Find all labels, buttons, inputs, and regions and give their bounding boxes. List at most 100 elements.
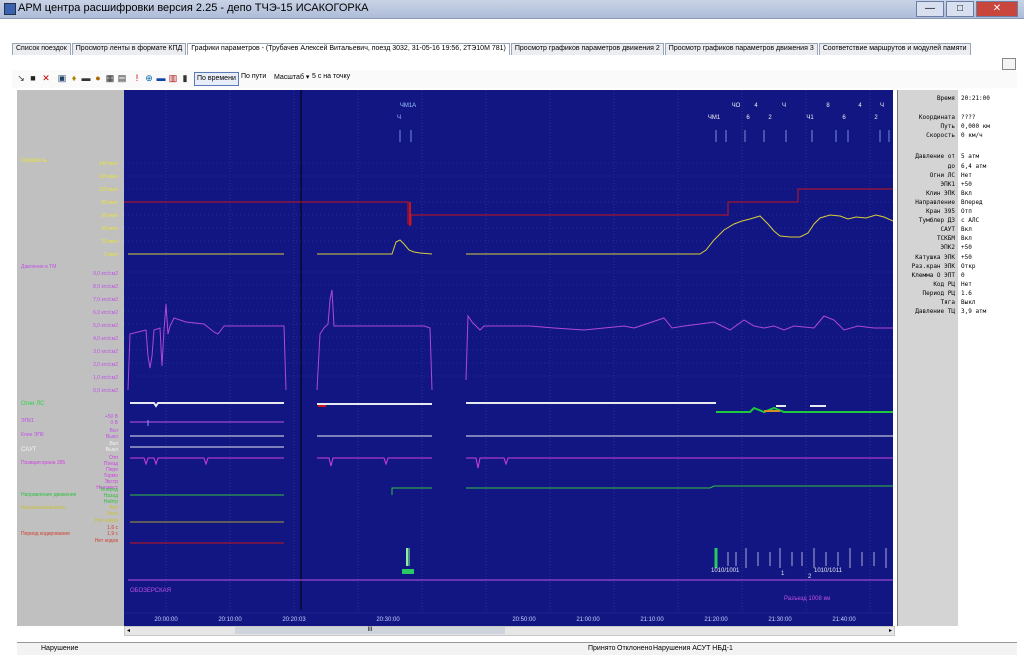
print-icon[interactable]: ▣ xyxy=(57,73,67,83)
time-tick: 20:20:03 xyxy=(282,617,306,623)
restore-panel-button[interactable] xyxy=(1002,58,1016,70)
pressure-tick: 4,0 кгс/см2 xyxy=(93,336,118,342)
by-time-button[interactable]: По времени xyxy=(194,72,239,86)
marker-icon[interactable]: ! xyxy=(132,73,142,83)
lamp-icon[interactable]: ♦ xyxy=(69,73,79,83)
pressure-tick: 9,0 кгс/см2 xyxy=(93,271,118,277)
time-tick: 21:20:00 xyxy=(704,617,728,623)
monitor-icon[interactable]: ▬ xyxy=(156,73,166,83)
pressure-tick: 2,0 кгс/см2 xyxy=(93,362,118,368)
scrollbar-thumb[interactable]: III xyxy=(235,627,505,634)
scroll-right-icon[interactable]: ▸ xyxy=(889,627,892,634)
time-tick: 20:50:00 xyxy=(512,617,536,623)
speed-tick: 40 км/ч xyxy=(101,226,118,232)
klim-epk-label: Клин ЭПК xyxy=(21,432,44,438)
direction-label: Направление движения xyxy=(21,492,77,498)
inspector-label: ЭПК2 xyxy=(940,244,955,251)
brake-pressure-line xyxy=(465,314,893,381)
lin-tick: Нет кодов xyxy=(95,518,119,524)
period-label: Период кодирования xyxy=(21,531,70,537)
scroll-left-icon[interactable]: ◂ xyxy=(127,627,130,634)
inspector-label: Тумблер ДЗ xyxy=(918,217,955,224)
inspector-labels: Время Координата Путь Скорость Давление … xyxy=(898,90,958,626)
delete-icon[interactable]: ✕ xyxy=(41,73,51,83)
horizontal-scrollbar[interactable]: ◂ III ▸ xyxy=(124,626,895,636)
accepted-column-header[interactable]: Принято xyxy=(588,645,616,652)
speed-gridlines xyxy=(124,162,893,377)
save-icon[interactable]: ■ xyxy=(28,73,38,83)
tab-motion-graphs-2[interactable]: Просмотр графиков параметров движения 2 xyxy=(510,43,664,55)
tab-kpd-tape[interactable]: Просмотр ленты в формате КПД xyxy=(71,43,187,55)
tab-motion-graphs-3[interactable]: Просмотр графиков параметров движения 3 xyxy=(664,43,818,55)
signal-marker: Ч xyxy=(782,103,786,109)
inspector-value: Выкл xyxy=(961,299,976,306)
inspector-value: +50 xyxy=(961,254,972,261)
signal-marker: Ч xyxy=(880,103,884,109)
inspector-label: Кран 395 xyxy=(926,208,955,215)
pressure-tick: 5,0 кгс/см2 xyxy=(93,323,118,329)
report-icon[interactable]: ▥ xyxy=(168,73,178,83)
speed-line xyxy=(466,214,893,255)
time-tick: 21:40:00 xyxy=(832,617,856,623)
inspector-label: Скорость xyxy=(926,132,955,139)
close-button[interactable]: ✕ xyxy=(976,1,1018,17)
export-icon[interactable]: ▮ xyxy=(180,73,190,83)
zoom-icon[interactable]: ⊕ xyxy=(144,73,154,83)
inspector-label: Период РЦ xyxy=(922,290,955,297)
signal-marker: 4 xyxy=(858,103,862,109)
period-tick: 1,9 с xyxy=(107,531,118,537)
km-label: 2 xyxy=(808,574,812,580)
inspector-value: 1.6 xyxy=(961,290,972,297)
scale-dropdown[interactable]: Масштаб ▾ xyxy=(274,73,309,81)
asut-violations-column-header[interactable]: Нарушения АСУТ НБД-1 xyxy=(653,645,733,652)
time-tick: 20:30:00 xyxy=(376,617,400,623)
brake-pressure-line xyxy=(127,303,287,391)
time-tick: 21:00:00 xyxy=(576,617,600,623)
parameter-plot[interactable]: ЧМ1А Ч ЧО 4 Ч 8 4 Ч ЧМ1 6 2 Ч1 6 2 1010/… xyxy=(124,90,893,626)
inspector-label: Время xyxy=(936,95,955,102)
grid-icon[interactable]: ▦ xyxy=(105,73,115,83)
window-title: АРМ центра расшифровки версия 2.25 - деп… xyxy=(18,2,369,14)
inspector-label: САУТ xyxy=(940,226,955,233)
scale-value[interactable]: 5 с на точку xyxy=(312,73,350,80)
inspector-value: с АЛС xyxy=(961,217,980,224)
klim-tick: Выкл xyxy=(106,434,118,440)
brake-pressure-line xyxy=(316,289,433,391)
inspector-label: Давление ТЦ xyxy=(915,308,955,315)
station-label-top: ЧМ1А xyxy=(400,103,416,109)
crane-label: Позиция крана 395 xyxy=(21,460,65,466)
signal-marker: Ч1 xyxy=(806,115,814,121)
open-icon[interactable]: ↘ xyxy=(16,73,26,83)
value-inspector-panel: Время Координата Путь Скорость Давление … xyxy=(897,90,1018,626)
speed-tick: 80 км/ч xyxy=(101,200,118,206)
inspector-label: ТСКБМ xyxy=(936,235,955,242)
tab-routes-modules[interactable]: Соответствие маршрутов и модулей памяти xyxy=(818,43,971,55)
app-icon xyxy=(4,3,16,15)
rejected-column-header[interactable]: Отклонено xyxy=(617,645,652,652)
tab-strip: Список поездок Просмотр ленты в формате … xyxy=(12,43,972,55)
speed-tick: 60 км/ч xyxy=(101,213,118,219)
violation-column-header[interactable]: Нарушение xyxy=(41,645,78,652)
key-icon[interactable]: ▬ xyxy=(81,73,91,83)
minimize-button[interactable]: — xyxy=(916,1,944,17)
table-icon[interactable]: ▤ xyxy=(117,73,127,83)
inspector-label: Клин ЭПК xyxy=(926,190,955,197)
signal-marker: 4 xyxy=(754,103,758,109)
lin-tick: Откл xyxy=(107,511,118,517)
tab-trip-list[interactable]: Список поездок xyxy=(12,43,71,55)
inspector-label: Огни ЛС xyxy=(929,172,955,179)
by-path-button[interactable]: По пути xyxy=(241,73,266,80)
title-bar: АРМ центра расшифровки версия 2.25 - деп… xyxy=(0,0,1024,19)
tab-parameter-graphs[interactable]: Графики параметров - (Трубачев Алексей В… xyxy=(187,43,510,55)
inspector-value: 0 км/ч xyxy=(961,132,983,139)
inspector-label: Тяга xyxy=(940,299,955,306)
signal-ticks xyxy=(399,130,890,142)
pressure-tick: 7,0 кгс/см2 xyxy=(93,297,118,303)
inspector-value: 5 атм xyxy=(961,153,980,160)
signal-marker: 2 xyxy=(874,115,878,121)
inspector-label: Катушка ЭПК xyxy=(915,254,955,261)
maximize-button[interactable]: □ xyxy=(946,1,974,17)
inspector-label: Код РЦ xyxy=(933,281,955,288)
bulb-icon[interactable]: ● xyxy=(93,73,103,83)
inspector-label: Клемма О ЭПТ xyxy=(911,272,955,279)
